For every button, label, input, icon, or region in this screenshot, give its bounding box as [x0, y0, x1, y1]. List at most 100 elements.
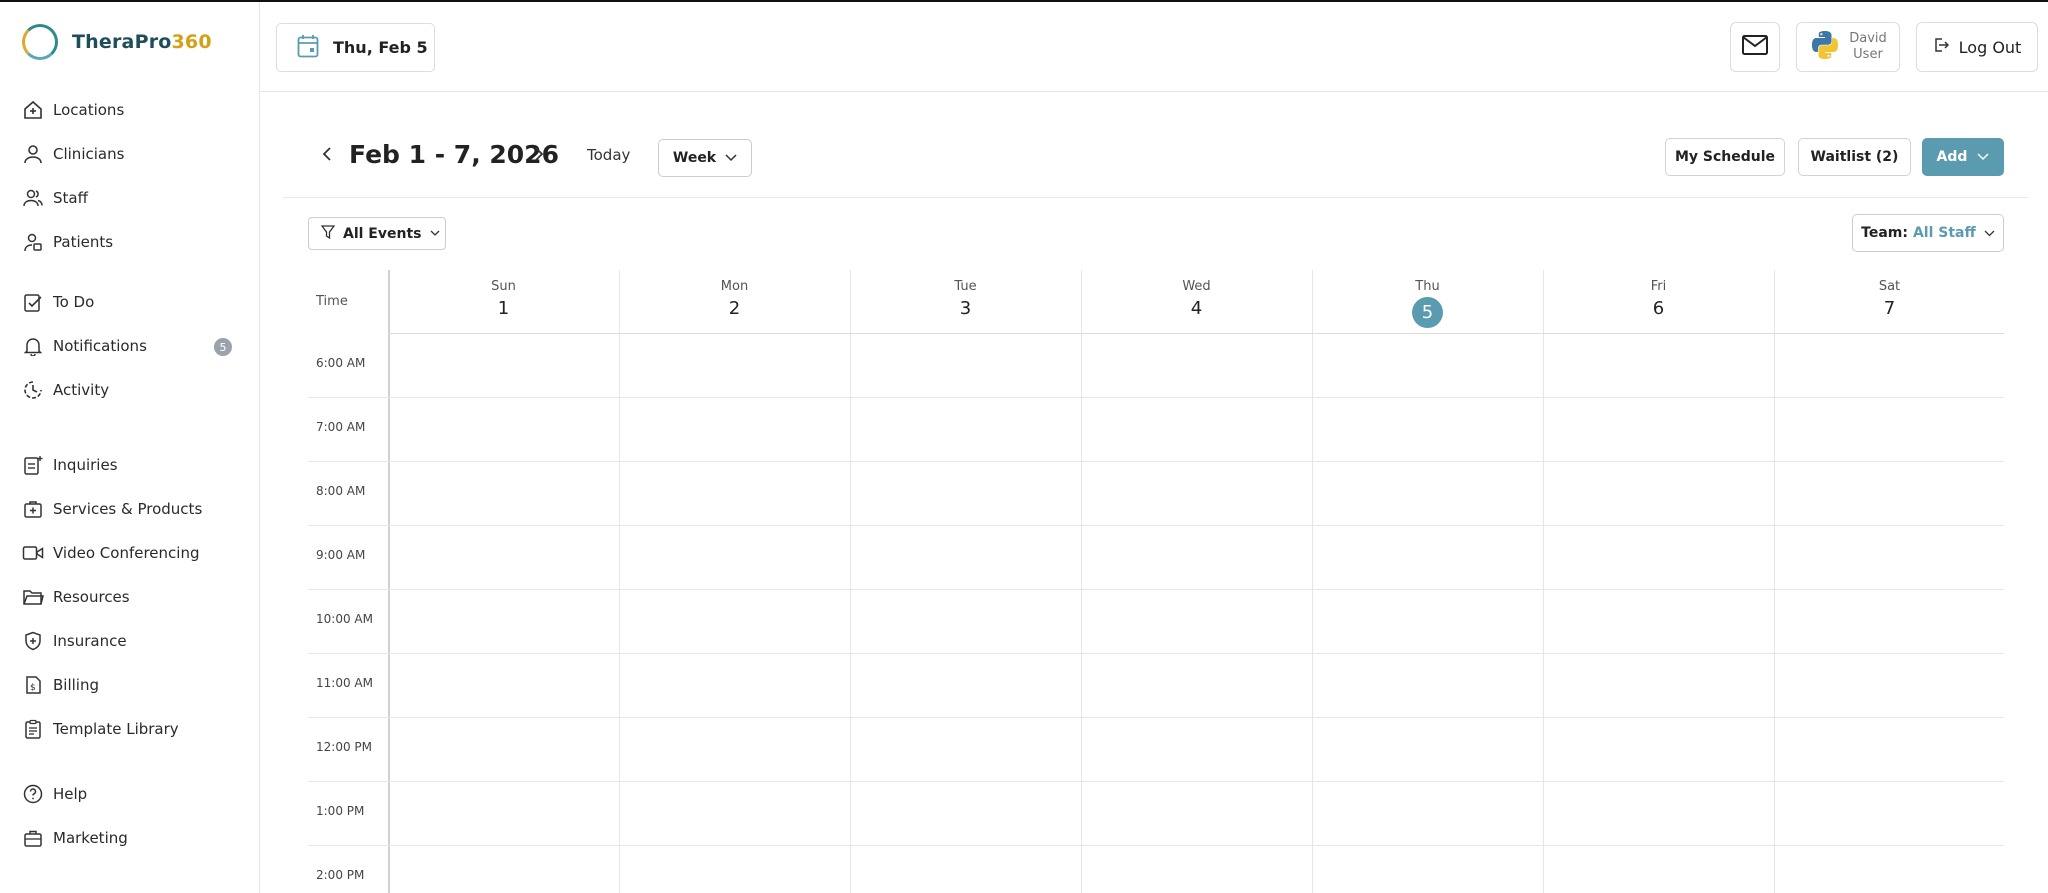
calendar-slot[interactable] [851, 334, 1081, 397]
calendar-slot[interactable] [1082, 846, 1312, 893]
calendar-slot[interactable] [1313, 846, 1543, 893]
calendar-slot[interactable] [1544, 718, 1774, 781]
day-header-sat[interactable]: Sat 7 [1774, 270, 2004, 333]
calendar-slot[interactable] [851, 462, 1081, 525]
calendar-slot[interactable] [851, 526, 1081, 589]
sidebar-item-services-products[interactable]: Services & Products [22, 493, 232, 525]
calendar-slot[interactable] [389, 654, 619, 717]
sidebar-item-staff[interactable]: Staff [22, 182, 232, 214]
logo[interactable]: TheraPro360 [22, 24, 212, 60]
day-header-thu[interactable]: Thu 5 [1312, 270, 1543, 333]
day-header-fri[interactable]: Fri 6 [1543, 270, 1774, 333]
calendar-slot[interactable] [620, 782, 850, 845]
waitlist-button[interactable]: Waitlist (2) [1798, 138, 1911, 176]
calendar-slot[interactable] [389, 846, 619, 893]
calendar-slot[interactable] [389, 526, 619, 589]
today-button[interactable]: Today [587, 146, 630, 164]
calendar-slot[interactable] [1544, 462, 1774, 525]
current-date-display[interactable]: Thu, Feb 5 [276, 23, 435, 72]
calendar-slot[interactable] [1544, 526, 1774, 589]
calendar-slot[interactable] [851, 782, 1081, 845]
events-filter-button[interactable]: All Events [308, 217, 446, 250]
logout-button[interactable]: Log Out [1916, 22, 2038, 72]
sidebar-item-template-library[interactable]: Template Library [22, 713, 232, 745]
sidebar-item-insurance[interactable]: Insurance [22, 625, 232, 657]
calendar-slot[interactable] [1082, 334, 1312, 397]
calendar-slot[interactable] [1775, 782, 2004, 845]
calendar-slot[interactable] [1775, 462, 2004, 525]
sidebar-item-clinicians[interactable]: Clinicians [22, 138, 232, 170]
calendar-slot[interactable] [1313, 654, 1543, 717]
calendar-slot[interactable] [1544, 334, 1774, 397]
calendar-slot[interactable] [1313, 590, 1543, 653]
calendar-slot[interactable] [1775, 718, 2004, 781]
calendar-slot[interactable] [1313, 462, 1543, 525]
calendar-slot[interactable] [1775, 526, 2004, 589]
calendar-slot[interactable] [1544, 398, 1774, 461]
sidebar-item-notifications[interactable]: Notifications 5 [22, 330, 232, 362]
calendar-slot[interactable] [851, 398, 1081, 461]
calendar-slot[interactable] [1544, 846, 1774, 893]
calendar-slot[interactable] [620, 590, 850, 653]
calendar-slot[interactable] [851, 590, 1081, 653]
calendar-slot[interactable] [620, 654, 850, 717]
calendar-slot[interactable] [1313, 526, 1543, 589]
calendar-slot[interactable] [1775, 846, 2004, 893]
day-header-wed[interactable]: Wed 4 [1081, 270, 1312, 333]
calendar-slot[interactable] [620, 334, 850, 397]
view-select[interactable]: Week [658, 139, 752, 177]
day-header-mon[interactable]: Mon 2 [619, 270, 850, 333]
next-week-button[interactable] [529, 144, 549, 168]
calendar-slot[interactable] [1775, 590, 2004, 653]
calendar-slot[interactable] [1082, 590, 1312, 653]
previous-week-button[interactable] [317, 144, 337, 168]
calendar-slot[interactable] [620, 398, 850, 461]
calendar-slot[interactable] [851, 718, 1081, 781]
calendar-slot[interactable] [1775, 654, 2004, 717]
calendar-slot[interactable] [1775, 334, 2004, 397]
day-header-sun[interactable]: Sun 1 [388, 270, 619, 333]
calendar-slot[interactable] [1544, 590, 1774, 653]
sidebar-item-resources[interactable]: Resources [22, 581, 232, 613]
messages-button[interactable] [1730, 22, 1780, 72]
calendar-slot[interactable] [851, 846, 1081, 893]
calendar-slot[interactable] [620, 462, 850, 525]
calendar-slot[interactable] [1082, 718, 1312, 781]
calendar-slot[interactable] [1544, 654, 1774, 717]
calendar-slot[interactable] [1775, 398, 2004, 461]
calendar-slot[interactable] [1313, 334, 1543, 397]
calendar-slot[interactable] [1313, 782, 1543, 845]
sidebar-item-marketing[interactable]: Marketing [22, 822, 232, 854]
calendar-slot[interactable] [1313, 398, 1543, 461]
day-header-tue[interactable]: Tue 3 [850, 270, 1081, 333]
calendar-slot[interactable] [389, 334, 619, 397]
calendar-slot[interactable] [851, 654, 1081, 717]
calendar-slot[interactable] [620, 846, 850, 893]
sidebar-item-billing[interactable]: $ Billing [22, 669, 232, 701]
calendar-slot[interactable] [389, 590, 619, 653]
calendar-slot[interactable] [1544, 782, 1774, 845]
sidebar-item-patients[interactable]: Patients [22, 226, 232, 258]
sidebar-item-locations[interactable]: Locations [22, 94, 232, 126]
calendar-slot[interactable] [1082, 782, 1312, 845]
add-button[interactable]: Add [1922, 138, 2004, 176]
sidebar-item-video-conferencing[interactable]: Video Conferencing [22, 537, 232, 569]
calendar-slot[interactable] [1313, 718, 1543, 781]
my-schedule-button[interactable]: My Schedule [1665, 138, 1785, 176]
calendar-slot[interactable] [1082, 462, 1312, 525]
calendar-slot[interactable] [1082, 526, 1312, 589]
sidebar-item-to-do[interactable]: To Do [22, 286, 232, 318]
sidebar-item-activity[interactable]: Activity [22, 374, 232, 406]
user-menu-button[interactable]: David User [1796, 22, 1900, 72]
calendar-slot[interactable] [1082, 398, 1312, 461]
team-filter-button[interactable]: Team: All Staff [1852, 214, 2004, 252]
sidebar-item-help[interactable]: Help [22, 778, 232, 810]
calendar-slot[interactable] [389, 462, 619, 525]
calendar-slot[interactable] [620, 526, 850, 589]
sidebar-item-inquiries[interactable]: Inquiries [22, 449, 232, 481]
calendar-slot[interactable] [620, 718, 850, 781]
calendar-slot[interactable] [389, 718, 619, 781]
calendar-slot[interactable] [389, 782, 619, 845]
calendar-slot[interactable] [1082, 654, 1312, 717]
calendar-slot[interactable] [389, 398, 619, 461]
